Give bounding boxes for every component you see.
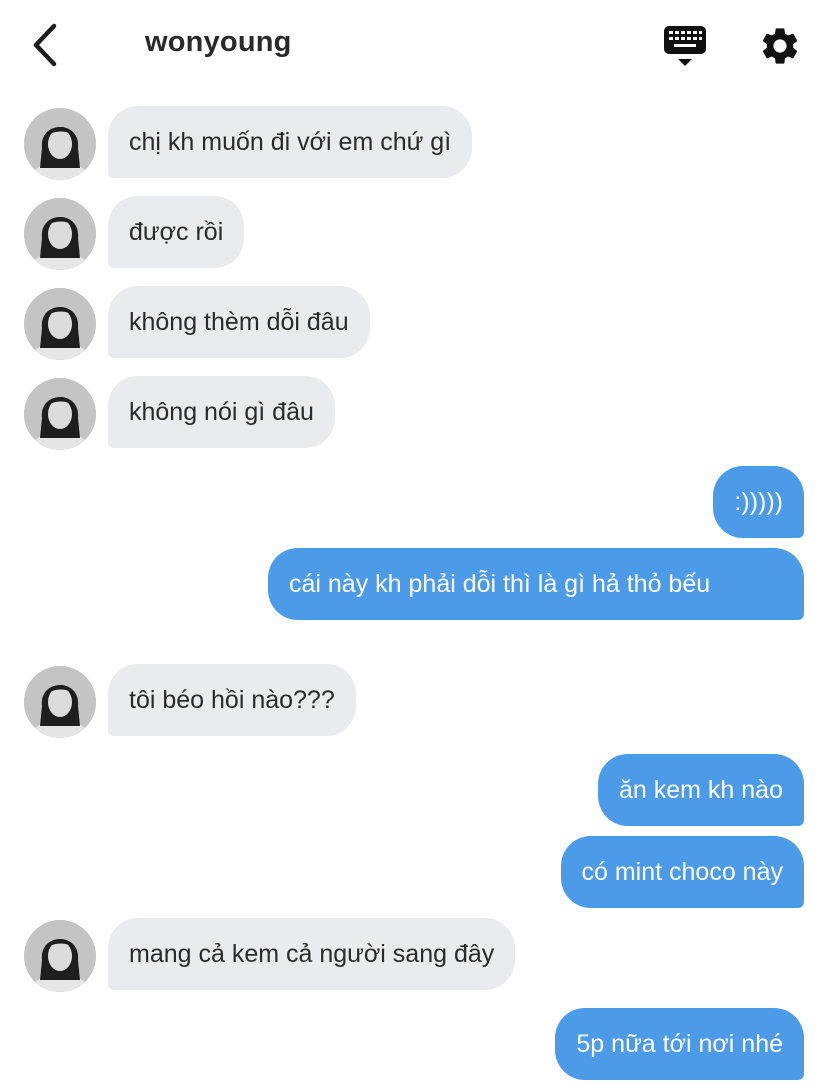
avatar-photo: [24, 108, 96, 180]
avatar[interactable]: [24, 108, 96, 180]
avatar-photo: [24, 288, 96, 360]
message-bubble-incoming[interactable]: mang cả kem cả người sang đây: [108, 918, 516, 990]
message-bubble-incoming[interactable]: được rồi: [108, 196, 245, 268]
message-bubble-outgoing[interactable]: ăn kem kh nào: [598, 754, 804, 826]
message-bubble-incoming[interactable]: tôi béo hồi nào???: [108, 664, 356, 736]
message-bubble-outgoing[interactable]: cái này kh phải dỗi thì là gì hả thỏ bếu: [268, 548, 804, 620]
avatar[interactable]: [24, 288, 96, 360]
message-bubble-incoming[interactable]: không thèm dỗi đâu: [108, 286, 370, 358]
message-bubble-incoming[interactable]: chị kh muốn đi với em chứ gì: [108, 106, 473, 178]
avatar[interactable]: [24, 666, 96, 738]
message-bubble-incoming[interactable]: không nói gì đâu: [108, 376, 335, 448]
message-bubble-outgoing[interactable]: :))))): [713, 466, 804, 538]
message-bubble-outgoing[interactable]: có mint choco này: [560, 836, 804, 908]
avatar[interactable]: [24, 198, 96, 270]
avatar[interactable]: [24, 920, 96, 992]
message-bubble-outgoing[interactable]: 5p nữa tới nơi nhé: [555, 1008, 804, 1080]
avatar-photo: [24, 378, 96, 450]
message-thread[interactable]: chị kh muốn đi với em chứ gì được rồi kh…: [0, 0, 828, 1087]
avatar-photo: [24, 198, 96, 270]
avatar-photo: [24, 666, 96, 738]
avatar[interactable]: [24, 378, 96, 450]
avatar-photo: [24, 920, 96, 992]
